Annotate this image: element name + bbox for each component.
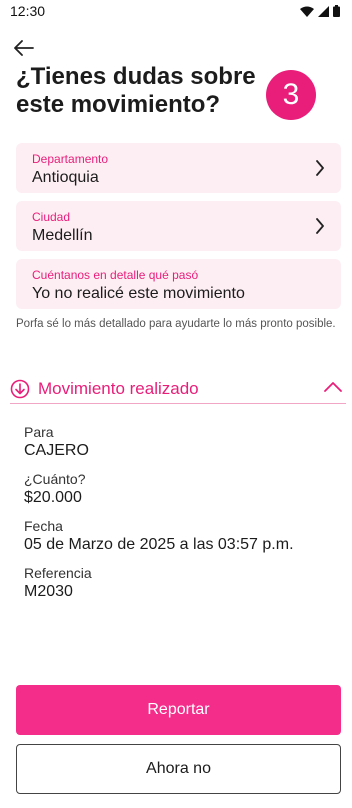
status-bar: 12:30 [0, 0, 352, 22]
detail-value: M2030 [24, 583, 73, 600]
detail-value: CAJERO [24, 442, 89, 459]
detalle-value: Yo no realicé este movimiento [32, 285, 245, 302]
page-title: ¿Tienes dudas sobre este movimiento? [16, 63, 256, 118]
arrow-left-icon [14, 40, 34, 56]
detail-label: Para [24, 424, 54, 440]
detail-value: $20.000 [24, 489, 82, 506]
detail-value: 05 de Marzo de 2025 a las 03:57 p.m. [24, 536, 294, 553]
detail-label: Fecha [24, 518, 63, 534]
detalle-field[interactable]: Cuéntanos en detalle qué pasó Yo no real… [16, 259, 341, 309]
detail-label: Referencia [24, 565, 92, 581]
detail-item-fecha: Fecha 05 de Marzo de 2025 a las 03:57 p.… [24, 518, 324, 554]
ciudad-value: Medellín [32, 227, 93, 244]
helper-text: Porfa sé lo más detallado para ayudarte … [16, 318, 336, 330]
report-button[interactable]: Reportar [16, 685, 341, 735]
battery-icon [333, 5, 340, 17]
status-icons [300, 5, 340, 17]
signal-icon [318, 5, 329, 17]
ciudad-label: Ciudad [32, 210, 71, 224]
detail-item-cuanto: ¿Cuánto? $20.000 [24, 471, 324, 507]
movement-details: Para CAJERO ¿Cuánto? $20.000 Fecha 05 de… [24, 424, 324, 608]
departamento-field[interactable]: Departamento Antioquia [16, 143, 341, 193]
chevron-right-icon [316, 160, 324, 176]
ciudad-field[interactable]: Ciudad Medellín [16, 201, 341, 251]
not-now-button[interactable]: Ahora no [16, 744, 341, 794]
movement-title: Movimiento realizado [38, 378, 199, 398]
wifi-icon [300, 6, 314, 17]
detail-item-referencia: Referencia M2030 [24, 565, 324, 601]
departamento-label: Departamento [32, 152, 109, 166]
detail-item-para: Para CAJERO [24, 424, 324, 460]
detalle-label: Cuéntanos en detalle qué pasó [32, 268, 199, 282]
back-button[interactable] [14, 36, 42, 60]
movement-accordion-header[interactable]: Movimiento realizado [10, 374, 346, 404]
step-badge: 3 [266, 70, 316, 120]
arrow-down-circle-icon [10, 379, 30, 398]
status-time: 12:30 [10, 3, 46, 19]
chevron-up-icon [324, 382, 342, 392]
chevron-right-icon [316, 218, 324, 234]
departamento-value: Antioquia [32, 169, 99, 186]
detail-label: ¿Cuánto? [24, 471, 86, 487]
